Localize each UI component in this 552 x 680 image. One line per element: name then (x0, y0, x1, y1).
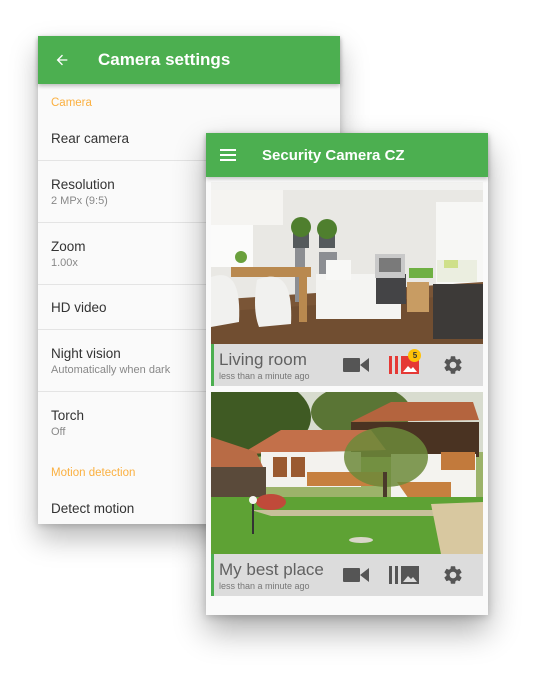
hamburger-menu-icon (220, 149, 236, 161)
menu-button[interactable] (206, 148, 250, 162)
gear-icon (444, 356, 462, 374)
house-garden-image (211, 392, 483, 554)
camera-card-bar: Living room less than a minute ago 5 (211, 344, 483, 386)
camera-updated: less than a minute ago (219, 580, 310, 591)
live-video-button[interactable] (341, 560, 371, 590)
settings-app-bar: Camera settings (38, 36, 340, 84)
live-video-button[interactable] (341, 350, 371, 380)
camera-card-bar: My best place less than a minute ago (211, 554, 483, 596)
camera-name: Living room (219, 349, 307, 369)
camera-card[interactable]: Living room less than a minute ago 5 (211, 182, 483, 386)
camera-card[interactable]: My best place less than a minute ago (211, 392, 483, 596)
section-header-camera: Camera (51, 97, 92, 109)
gallery-button[interactable]: 5 (389, 349, 422, 380)
camera-updated: less than a minute ago (219, 370, 310, 381)
video-camera-icon (343, 358, 370, 372)
back-button[interactable] (38, 52, 86, 68)
camera-preview-my-best-place[interactable] (211, 392, 483, 554)
settings-title: Camera settings (98, 50, 231, 69)
video-camera-icon (343, 568, 370, 582)
camera-settings-button[interactable] (438, 350, 468, 380)
gear-icon (444, 566, 462, 584)
arrow-left-icon (56, 54, 68, 66)
main-title: Security Camera CZ (262, 146, 405, 164)
camera-list-screen: Security Camera CZ Living room less than… (206, 133, 488, 615)
camera-settings-button[interactable] (438, 560, 468, 590)
new-images-badge: 5 (408, 349, 422, 362)
living-room-image (211, 182, 483, 344)
camera-preview-living-room[interactable] (211, 182, 483, 344)
gallery-icon (389, 566, 420, 584)
camera-name: My best place (219, 559, 324, 579)
gallery-button[interactable] (389, 560, 420, 590)
main-app-bar: Security Camera CZ (206, 133, 488, 177)
